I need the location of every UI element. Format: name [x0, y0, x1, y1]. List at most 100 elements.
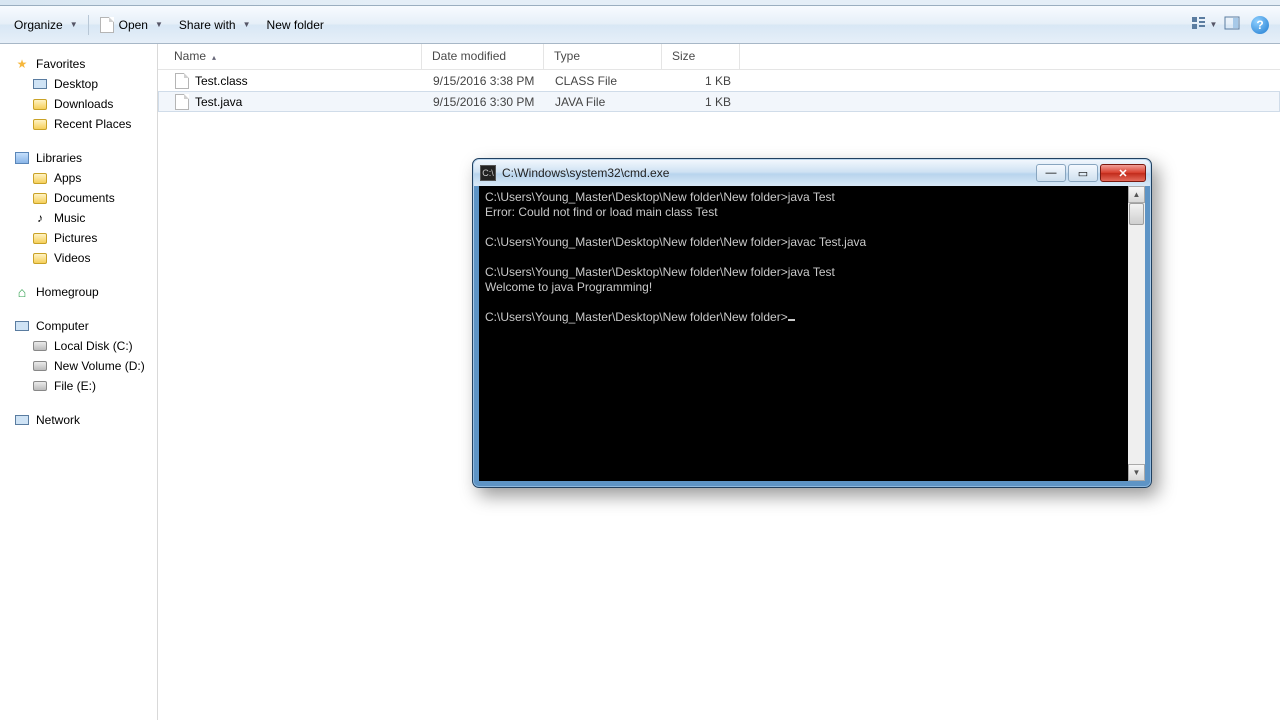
maximize-icon: ▭ — [1078, 167, 1088, 180]
sidebar-item-music[interactable]: ♪ Music — [0, 208, 157, 228]
open-label: Open — [119, 18, 148, 32]
chevron-down-icon: ▼ — [1210, 20, 1218, 29]
file-name: Test.class — [195, 74, 248, 88]
organize-button[interactable]: Organize ▼ — [6, 14, 86, 36]
toolbar-separator — [88, 15, 89, 35]
column-label: Size — [672, 49, 695, 63]
libraries-label: Libraries — [36, 151, 82, 165]
favorites-label: Favorites — [36, 57, 85, 71]
sidebar-item-pictures[interactable]: Pictures — [0, 228, 157, 248]
sidebar-item-desktop[interactable]: Desktop — [0, 74, 157, 94]
sidebar-item-label: Local Disk (C:) — [54, 339, 133, 353]
view-options-button[interactable]: ▼ — [1190, 14, 1218, 36]
drive-icon — [32, 358, 48, 374]
sidebar-item-documents[interactable]: Documents — [0, 188, 157, 208]
organize-label: Organize — [14, 18, 63, 32]
file-row[interactable]: Test.java 9/15/2016 3:30 PM JAVA File 1 … — [158, 91, 1280, 112]
file-date: 9/15/2016 3:38 PM — [423, 74, 545, 88]
column-headers: Name ▴ Date modified Type Size — [158, 44, 1280, 70]
navigation-pane: ★ Favorites Desktop Downloads Recent Pla… — [0, 44, 158, 720]
sidebar-item-label: Desktop — [54, 77, 98, 91]
column-size[interactable]: Size — [662, 44, 740, 69]
homegroup-group[interactable]: ⌂ Homegroup — [0, 282, 157, 302]
sidebar-item-new-volume-d[interactable]: New Volume (D:) — [0, 356, 157, 376]
computer-group[interactable]: Computer — [0, 316, 157, 336]
network-group[interactable]: Network — [0, 410, 157, 430]
sidebar-item-local-disk-c[interactable]: Local Disk (C:) — [0, 336, 157, 356]
preview-pane-icon — [1224, 16, 1240, 33]
folder-icon — [32, 116, 48, 132]
column-label: Type — [554, 49, 580, 63]
cmd-output: C:\Users\Young_Master\Desktop\New folder… — [481, 188, 1143, 327]
help-icon: ? — [1251, 16, 1269, 34]
file-size: 1 KB — [663, 74, 741, 88]
sidebar-item-videos[interactable]: Videos — [0, 248, 157, 268]
sidebar-item-label: Recent Places — [54, 117, 131, 131]
explorer-toolbar: Organize ▼ Open ▼ Share with ▼ New folde… — [0, 6, 1280, 44]
sidebar-item-apps[interactable]: Apps — [0, 168, 157, 188]
file-row[interactable]: Test.class 9/15/2016 3:38 PM CLASS File … — [158, 70, 1280, 91]
sidebar-item-label: New Volume (D:) — [54, 359, 145, 373]
scroll-down-button[interactable]: ▼ — [1128, 464, 1145, 481]
close-icon: ✕ — [1118, 167, 1127, 180]
view-icon — [1191, 16, 1207, 33]
sidebar-item-label: File (E:) — [54, 379, 96, 393]
desktop-icon — [32, 76, 48, 92]
minimize-button[interactable]: — — [1036, 164, 1066, 182]
sidebar-item-label: Downloads — [54, 97, 113, 111]
new-folder-button[interactable]: New folder — [259, 14, 332, 36]
cmd-scrollbar[interactable]: ▲ ▼ — [1128, 186, 1145, 481]
scroll-track[interactable] — [1128, 203, 1145, 464]
folder-icon — [32, 170, 48, 186]
chevron-down-icon: ▼ — [70, 20, 78, 29]
network-label: Network — [36, 413, 80, 427]
column-name[interactable]: Name ▴ — [158, 44, 422, 69]
homegroup-label: Homegroup — [36, 285, 99, 299]
chevron-down-icon: ▼ — [155, 20, 163, 29]
minimize-icon: — — [1046, 167, 1057, 179]
sidebar-item-downloads[interactable]: Downloads — [0, 94, 157, 114]
sidebar-item-label: Documents — [54, 191, 115, 205]
cmd-body[interactable]: C:\Users\Young_Master\Desktop\New folder… — [474, 186, 1150, 486]
close-button[interactable]: ✕ — [1100, 164, 1146, 182]
computer-label: Computer — [36, 319, 89, 333]
sidebar-item-label: Music — [54, 211, 85, 225]
folder-icon — [32, 190, 48, 206]
computer-icon — [14, 318, 30, 334]
file-icon — [99, 17, 115, 33]
music-icon: ♪ — [32, 210, 48, 226]
network-icon — [14, 412, 30, 428]
folder-icon — [32, 96, 48, 112]
videos-icon — [32, 250, 48, 266]
share-with-button[interactable]: Share with ▼ — [171, 14, 259, 36]
column-date-modified[interactable]: Date modified — [422, 44, 544, 69]
column-type[interactable]: Type — [544, 44, 662, 69]
file-size: 1 KB — [663, 95, 741, 109]
drive-icon — [32, 378, 48, 394]
favorites-group[interactable]: ★ Favorites — [0, 54, 157, 74]
homegroup-icon: ⌂ — [14, 284, 30, 300]
preview-pane-button[interactable] — [1218, 14, 1246, 36]
pictures-icon — [32, 230, 48, 246]
libraries-icon — [14, 150, 30, 166]
sidebar-item-file-e[interactable]: File (E:) — [0, 376, 157, 396]
cursor-icon — [788, 319, 795, 321]
sidebar-item-label: Pictures — [54, 231, 97, 245]
file-icon — [175, 73, 189, 89]
libraries-group[interactable]: Libraries — [0, 148, 157, 168]
help-button[interactable]: ? — [1246, 14, 1274, 36]
cmd-titlebar[interactable]: C:\ C:\Windows\system32\cmd.exe — ▭ ✕ — [474, 160, 1150, 186]
open-button[interactable]: Open ▼ — [91, 13, 171, 37]
maximize-button[interactable]: ▭ — [1068, 164, 1098, 182]
sidebar-item-recent-places[interactable]: Recent Places — [0, 114, 157, 134]
sort-asc-icon: ▴ — [212, 53, 216, 62]
file-type: JAVA File — [545, 95, 663, 109]
column-label: Name — [174, 49, 206, 63]
sidebar-item-label: Apps — [54, 171, 81, 185]
cmd-title: C:\Windows\system32\cmd.exe — [502, 166, 669, 180]
scroll-up-button[interactable]: ▲ — [1128, 186, 1145, 203]
cmd-window[interactable]: C:\ C:\Windows\system32\cmd.exe — ▭ ✕ C:… — [472, 158, 1152, 488]
scroll-thumb[interactable] — [1129, 203, 1144, 225]
file-name: Test.java — [195, 95, 242, 109]
cmd-icon: C:\ — [480, 165, 496, 181]
